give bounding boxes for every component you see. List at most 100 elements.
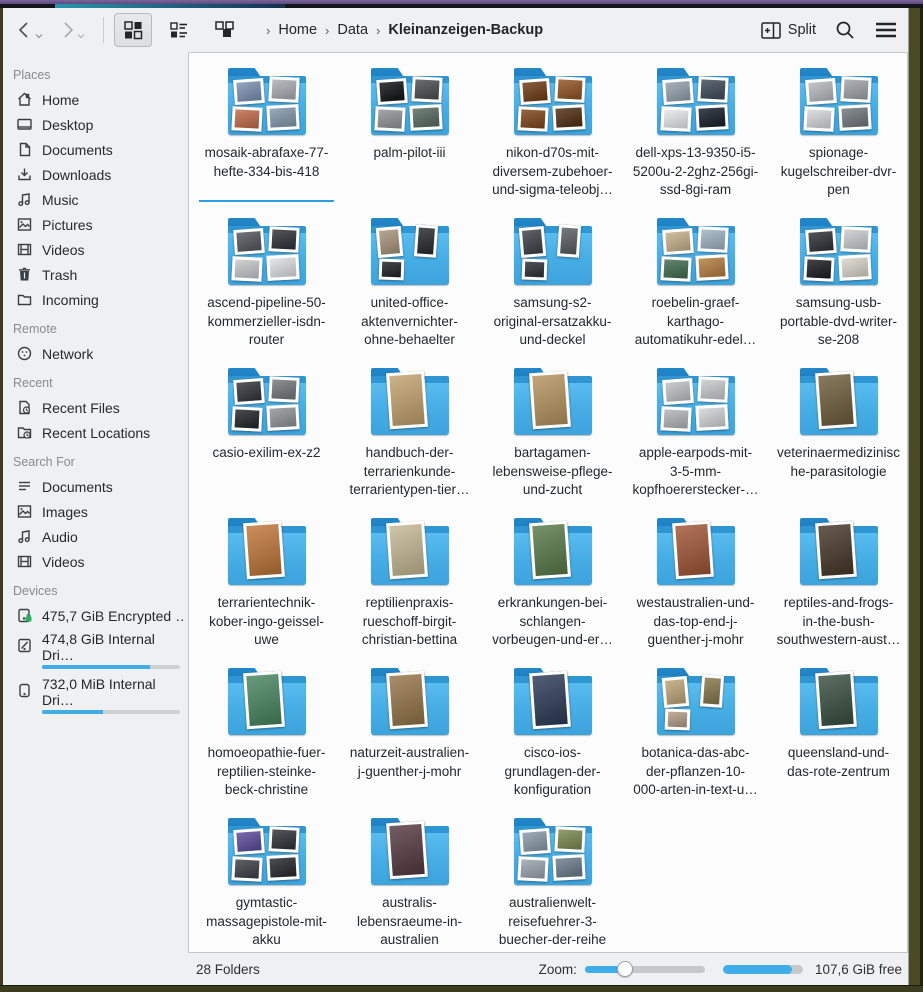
folder-item-reptilienpraxis-rueschoff-birgit-christian-bettina[interactable]: reptilienpraxis-rueschoff-birgit-christi… [338,511,481,661]
folder-item-australis-lebensraeume-in-australien[interactable]: australis-lebensraeume-in-australien [338,811,481,953]
thumbnail-photo [840,76,871,103]
folder-item-cisco-ios-grundlagen-der-konfiguration[interactable]: cisco-ios-grundlagen-der-konfiguration [481,661,624,811]
sidebar-item-475-7-gib-encrypted[interactable]: 475,7 GiB Encrypted … [3,603,188,628]
trash-icon [16,266,33,283]
folder-item-casio-exilim-ex-z2[interactable]: casio-exilim-ex-z2 [195,361,338,511]
image-icon [16,216,33,233]
folder-item-erkrankungen-bei-schlangen-vorbeugen-und-er[interactable]: erkrankungen-bei-schlangen-vorbeugen-und… [481,511,624,661]
thumbnail-photo [660,406,691,432]
sidebar-item-desktop[interactable]: Desktop [3,112,188,137]
details-view-button[interactable] [160,13,198,47]
folder-item-bartagamen-lebensweise-pflege-und-zucht[interactable]: bartagamen-lebensweise-pflege-und-zucht [481,361,624,511]
sidebar-item-incoming[interactable]: Incoming [3,287,188,312]
sidebar-item-downloads[interactable]: Downloads [3,162,188,187]
folder-icon [800,77,878,135]
folder-item-westaustralien-und-das-top-end-j-guenther-j-mohr[interactable]: westaustralien-und-das-top-end-j-guenthe… [624,511,767,661]
folder-item-spionage-kugelschreiber-dvr-pen[interactable]: spionage-kugelschreiber-dvr-pen [767,61,908,211]
zoom-slider-handle[interactable] [617,961,633,977]
note-icon [16,528,33,545]
sidebar-item-videos[interactable]: Videos [3,549,188,574]
split-label: Split [788,22,816,38]
sidebar-item-trash[interactable]: Trash [3,262,188,287]
sidebar-item-recent-files[interactable]: Recent Files [3,395,188,420]
folder-icon [657,77,735,135]
thumbnail-photo [529,371,571,430]
folder-item-nikon-d70s-mit-diversem-zubehoer-und-sigma-teleobj[interactable]: nikon-d70s-mit-diversem-zubehoer-und-sig… [481,61,624,211]
folder-item-ascend-pipeline-50-kommerzieller-isdn-router[interactable]: ascend-pipeline-50-kommerzieller-isdn-ro… [195,211,338,361]
image-icon [16,503,33,520]
menu-button[interactable] [874,21,898,39]
folder-item-roebelin-graef-karthago-automatikuhr-edel[interactable]: roebelin-graef-karthago-automatikuhr-ede… [624,211,767,361]
doc-lines-icon [16,478,33,495]
thumbnail-photo [268,826,299,853]
back-button[interactable] [15,20,43,40]
window-border-right [908,8,923,992]
folder-icon [514,527,592,585]
folder-icon [371,377,449,435]
folder-item-australienwelt-reisefuehrer-3-buecher-der-reihe[interactable]: australienwelt-reisefuehrer-3-buecher-de… [481,811,624,953]
folder-item-queensland-und-das-rote-zentrum[interactable]: queensland-und-das-rote-zentrum [767,661,908,811]
folder-item-naturzeit-australien-j-guenther-j-mohr[interactable]: naturzeit-australien-j-guenther-j-mohr [338,661,481,811]
thumbnail-photo [556,224,580,257]
thumbnail-photo [815,521,857,580]
folder-item-terrarientechnik-kober-ingo-geissel-uwe[interactable]: terrarientechnik-kober-ingo-geissel-uwe [195,511,338,661]
sidebar-item-home[interactable]: Home [3,87,188,112]
sidebar-section-devices: Devices [3,574,188,603]
sidebar-item-audio[interactable]: Audio [3,524,188,549]
thumbnail-photo [840,226,871,253]
folder-item-veterinaermedizinische-parasitologie[interactable]: veterinaermedizinische-parasitologie [767,361,908,511]
thumbnail-photo [519,828,551,855]
breadcrumb-item-data[interactable]: Data [333,20,372,40]
folder-item-homoeopathie-fuer-reptilien-steinke-beck-christine[interactable]: homoeopathie-fuer-reptilien-steinke-beck… [195,661,338,811]
folder-label: erkrankungen-bei-schlangen-vorbeugen-und… [492,594,613,650]
folder-item-samsung-s2-original-ersatzakku-und-deckel[interactable]: samsung-s2-original-ersatzakku-und-decke… [481,211,624,361]
zoom-slider[interactable] [585,961,705,977]
thumbnail-photo [838,104,871,131]
sidebar-item-network[interactable]: Network [3,341,188,366]
folder-item-mosaik-abrafaxe-77-hefte-334-bis-418[interactable]: mosaik-abrafaxe-77-hefte-334-bis-418 [195,61,338,211]
breadcrumb-item-kleinanzeigen-backup[interactable]: Kleinanzeigen-Backup [384,20,547,40]
thumbnail-photo [386,671,428,730]
sidebar-item-732-0-mib-internal-dri[interactable]: 732,0 MiB Internal Dri… [3,673,188,718]
document-icon [16,141,33,158]
desktop-icon [16,116,33,133]
folder-item-samsung-usb-portable-dvd-writer-se-208[interactable]: samsung-usb-portable-dvd-writer-se-208 [767,211,908,361]
thumbnail-photo [519,78,551,105]
folder-item-handbuch-der-terrarienkunde-terrarientypen-tier[interactable]: handbuch-der-terrarienkunde-terrarientyp… [338,361,481,511]
tree-view-button[interactable] [206,13,244,47]
folder-item-apple-earpods-mit-3-5-mm-kopfhoererstecker[interactable]: apple-earpods-mit-3-5-mm-kopfhoerersteck… [624,361,767,511]
split-button[interactable]: Split [761,22,816,39]
home-icon [16,91,33,108]
thumbnail-photo [697,376,728,403]
folder-item-dell-xps-13-9350-i5-5200u-2-2ghz-256gi-ssd-8gi-ram[interactable]: dell-xps-13-9350-i5-5200u-2-2ghz-256gi-s… [624,61,767,211]
thumbnail-photo [838,254,871,281]
folder-view[interactable]: mosaik-abrafaxe-77-hefte-334-bis-418palm… [188,52,908,953]
folder-item-palm-pilot-iii[interactable]: palm-pilot-iii [338,61,481,211]
sidebar-item-pictures[interactable]: Pictures [3,212,188,237]
forward-button[interactable] [57,20,85,40]
thumbnail-photo [243,671,285,730]
disk-capacity-bar [723,965,803,974]
recent-file-icon [16,399,33,416]
sidebar-item-images[interactable]: Images [3,499,188,524]
folder-icon [514,827,592,885]
sidebar-item-documents[interactable]: Documents [3,137,188,162]
folder-label: united-office-aktenvernichter-ohne-behae… [361,294,458,350]
icons-view-button[interactable] [114,13,152,47]
folder-item-united-office-aktenvernichter-ohne-behaelter[interactable]: united-office-aktenvernichter-ohne-behae… [338,211,481,361]
search-button[interactable] [834,19,856,41]
thumbnail-photo [374,106,405,132]
folder-item-reptiles-and-frogs-in-the-bush-southwestern-aust[interactable]: reptiles-and-frogs-in-the-bush-southwest… [767,511,908,661]
thumbnail-photo [697,76,728,103]
sidebar-item-videos[interactable]: Videos [3,237,188,262]
breadcrumb-item-home[interactable]: Home [274,20,321,40]
thumbnail-photo [386,371,428,430]
sidebar-item-recent-locations[interactable]: Recent Locations [3,420,188,445]
sidebar-item-474-8-gib-internal-dri[interactable]: 474,8 GiB Internal Dri… [3,628,188,673]
sidebar-item-music[interactable]: Music [3,187,188,212]
thumbnail-photo [231,256,262,282]
sidebar-item-documents[interactable]: Documents [3,474,188,499]
thumbnail-photo [662,228,694,255]
folder-item-gymtastic-massagepistole-mit-akku[interactable]: gymtastic-massagepistole-mit-akku [195,811,338,953]
folder-item-botanica-das-abc-der-pflanzen-10-000-arten-in-text-u[interactable]: botanica-das-abc-der-pflanzen-10-000-art… [624,661,767,811]
